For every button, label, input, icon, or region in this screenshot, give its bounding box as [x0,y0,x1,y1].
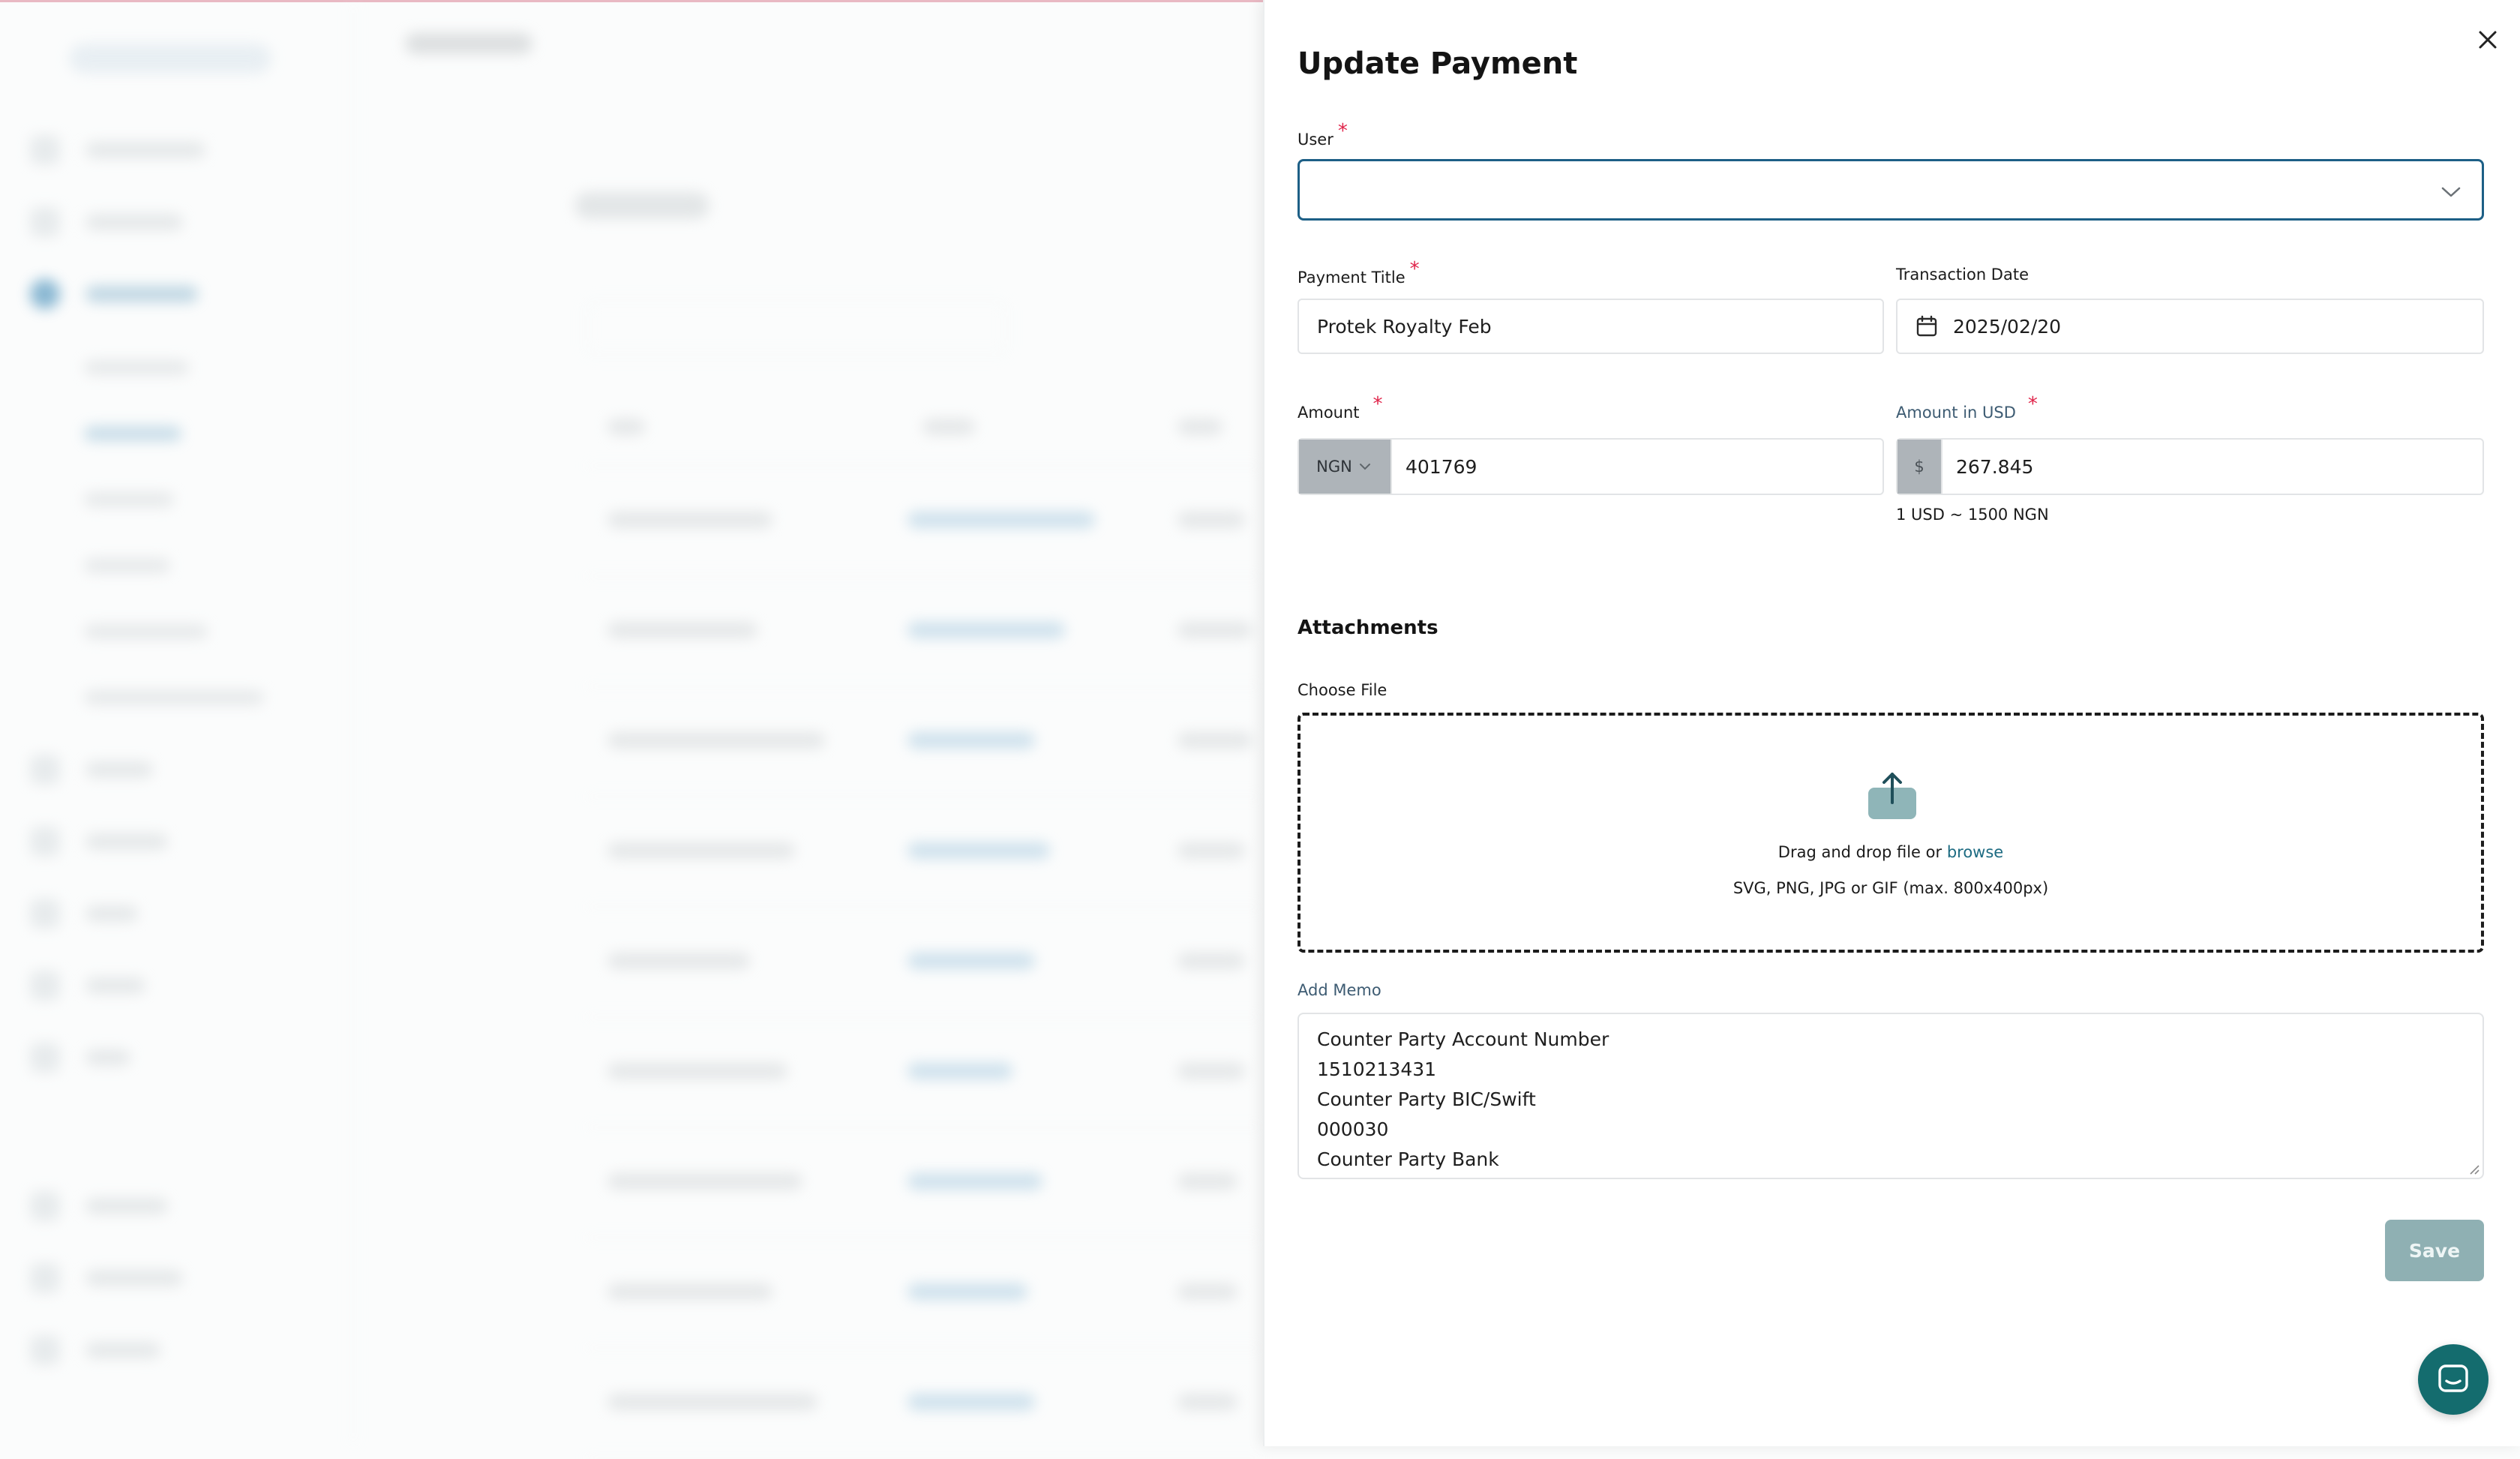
memo-textarea[interactable]: Counter Party Account Number 1510213431 … [1298,1013,2484,1179]
background-nav-item [30,1191,168,1221]
resize-handle-icon[interactable] [2468,1163,2480,1175]
drop-text: Drag and drop file or [1778,843,1942,861]
file-type-hint: SVG, PNG, JPG or GIF (max. 800x400px) [1732,879,2049,897]
payment-title-input[interactable]: Protek Royalty Feb [1298,299,1884,354]
background-table [585,390,1263,1459]
background-table-row [585,1128,1263,1238]
amount-usd-input[interactable]: 267.845 [1942,456,2033,478]
background-subnav-item [84,558,170,573]
background-nav-item-active [30,279,198,309]
attachments-heading: Attachments [1298,617,1438,639]
background-logo [69,44,272,74]
background-table-row [585,908,1263,1018]
background-nav-item [30,827,168,857]
chevron-down-icon [2441,187,2461,197]
background-nav-item [30,1335,160,1365]
background-table-row [585,577,1263,687]
dollar-symbol-addon: $ [1898,440,1942,494]
background-sidebar [0,0,354,1446]
user-select[interactable] [1298,159,2484,221]
dialog-title: Update Payment [1298,47,1578,81]
transaction-date-input[interactable]: 2025/02/20 [1896,299,2484,354]
file-dropzone[interactable]: Drag and drop file or browse SVG, PNG, J… [1298,713,2484,953]
background-table-row [585,1018,1263,1128]
background-nav-item [30,971,146,1001]
memo-label: Add Memo [1298,981,1382,999]
background-page-title [574,192,710,219]
dropzone-instructions: Drag and drop file or browse [1300,843,2481,861]
chat-launcher-button[interactable] [2418,1344,2488,1415]
memo-line: Counter Party Bank [1317,1148,1499,1170]
upload-icon [1868,773,1916,819]
background-subnav-item [84,690,264,705]
background-subnav-item [84,492,174,507]
memo-line: Counter Party Account Number [1317,1028,1610,1050]
choose-file-label: Choose File [1298,681,1388,699]
background-nav-item [30,1263,183,1293]
amount-input[interactable]: 401769 [1392,456,1477,478]
background-nav-item [30,207,183,237]
background-subnav-item [84,624,208,639]
amount-usd-input-group: $ 267.845 [1896,438,2484,495]
background-search-box [585,300,1008,356]
save-button[interactable]: Save [2385,1220,2484,1281]
payment-title-label: Payment Title * [1298,258,1420,288]
background-nav-item [30,1043,130,1073]
payment-title-value: Protek Royalty Feb [1317,315,1492,338]
memo-line: Counter Party BIC/Swift [1317,1088,1536,1110]
user-label: User * [1298,120,1348,150]
browse-link[interactable]: browse [1947,843,2003,861]
amount-label-text: Amount [1298,404,1360,422]
background-table-row [585,467,1263,577]
payment-title-label-text: Payment Title [1298,269,1406,287]
background-nav-item [30,899,138,929]
amount-label: Amount * [1298,393,1383,423]
transaction-date-value: 2025/02/20 [1953,315,2062,338]
required-marker: * [1409,258,1420,281]
currency-select[interactable]: NGN [1299,440,1392,494]
transaction-date-label: Transaction Date [1896,266,2030,284]
amount-usd-label-text: Amount in USD [1896,404,2016,422]
chat-icon [2438,1364,2468,1392]
user-label-text: User [1298,131,1334,149]
amount-usd-label: Amount in USD * [1896,393,2038,423]
background-subnav-item-active [84,426,182,441]
chevron-down-icon [1359,464,1370,470]
background-table-row [585,1349,1263,1459]
memo-line: 1510213431 [1317,1058,1437,1080]
background-table-header [585,390,1263,467]
exchange-rate-note: 1 USD ~ 1500 NGN [1896,506,2049,524]
close-icon[interactable] [2475,27,2500,53]
currency-value: NGN [1316,458,1352,476]
required-marker: * [1337,120,1348,143]
required-marker: * [2027,393,2038,416]
calendar-icon [1916,315,1937,337]
background-nav-item [30,135,206,165]
required-marker: * [1372,393,1383,416]
memo-line: 000030 [1317,1118,1389,1140]
background-table-row [585,687,1263,797]
background-nav-item [30,755,153,785]
background-subnav-item [84,360,189,375]
background-header-title [405,33,532,54]
background-table-row [585,1238,1263,1349]
amount-input-group: NGN 401769 [1298,438,1884,495]
background-table-row [585,797,1263,908]
background-app-blurred [0,0,1263,1459]
